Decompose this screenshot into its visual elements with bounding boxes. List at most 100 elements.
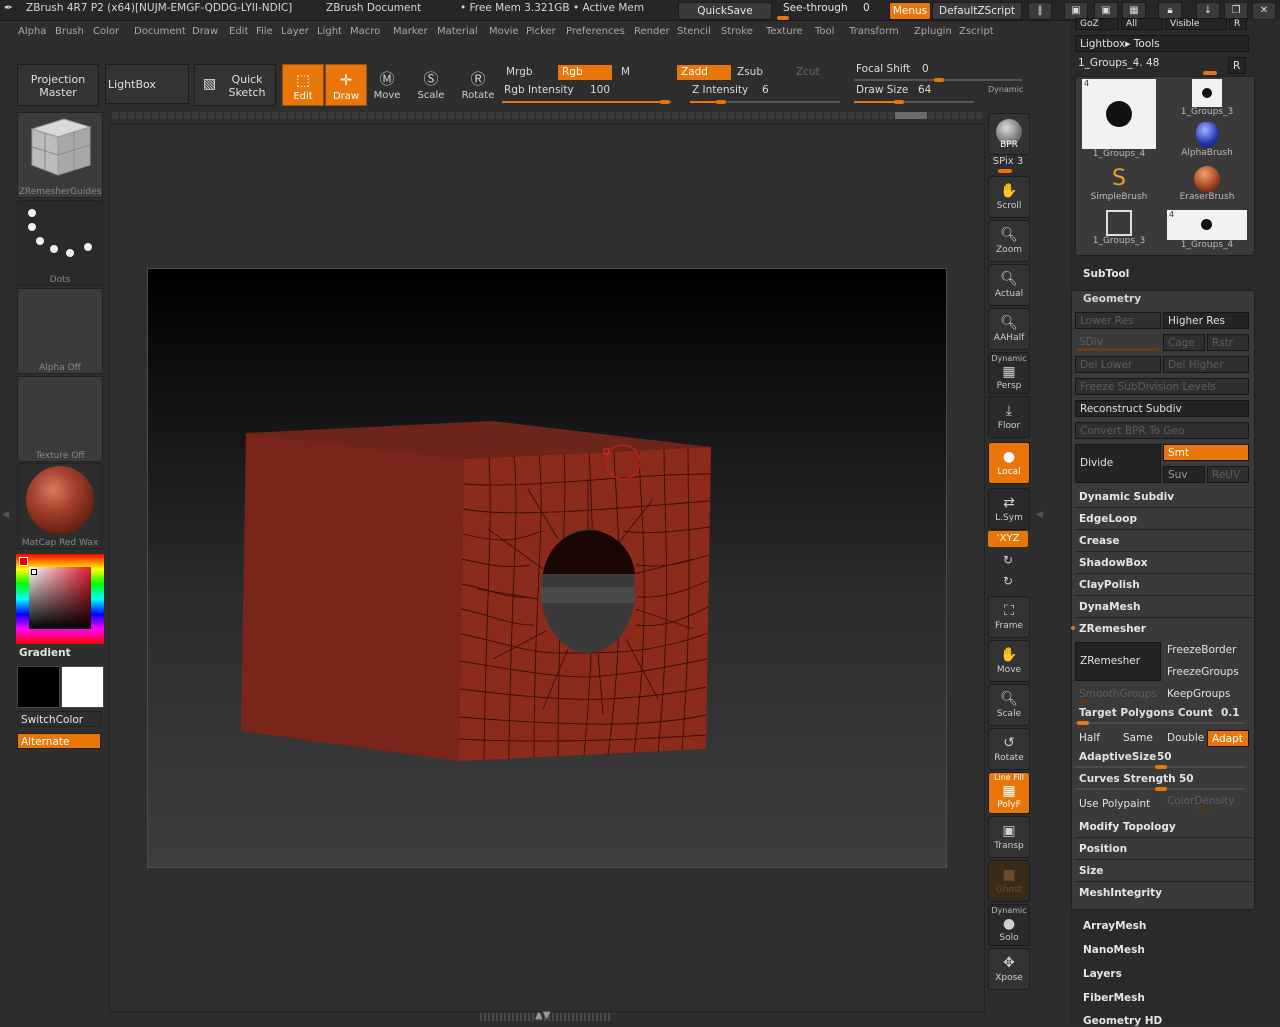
menu-edit[interactable]: Edit	[229, 26, 248, 37]
del-lower-button[interactable]: Del Lower	[1075, 356, 1161, 373]
tray-toggle-icon[interactable]: ‖	[1028, 2, 1052, 20]
spix-knob[interactable]	[998, 169, 1012, 173]
current-tool-slider[interactable]: 1_Groups_4. 48	[1075, 55, 1225, 75]
tool-thumb-alphabrush[interactable]: AlphaBrush	[1166, 122, 1248, 164]
rotate-mode-button[interactable]: Ⓡ Rotate	[458, 64, 498, 104]
position-section[interactable]: Position	[1075, 839, 1253, 860]
lightbox-button[interactable]: LightBox	[105, 64, 189, 104]
menu-preferences[interactable]: Preferences	[566, 26, 625, 37]
zremesher-guides-brush-tile[interactable]: ZRemesherGuides	[17, 112, 103, 198]
menu-marker[interactable]: Marker	[393, 26, 428, 37]
colordensity-slider[interactable]: ColorDensity	[1163, 793, 1249, 810]
zremesher-button[interactable]: ZRemesher	[1075, 642, 1161, 681]
polyf-button[interactable]: Line Fill ▦ PolyF	[988, 772, 1030, 814]
xyz-button[interactable]: ‘XYZ	[988, 531, 1028, 547]
crease-section[interactable]: Crease	[1075, 531, 1253, 552]
goz-button[interactable]: GoZ	[1075, 18, 1119, 30]
dynamesh-section[interactable]: DynaMesh	[1075, 597, 1253, 618]
edgeloop-section[interactable]: EdgeLoop	[1075, 509, 1253, 530]
menu-texture[interactable]: Texture	[766, 26, 803, 37]
primary-color-swatch[interactable]	[17, 666, 60, 708]
menu-picker[interactable]: Picker	[526, 26, 556, 37]
geometry-hd-section[interactable]: Geometry HD	[1083, 1015, 1162, 1027]
claypolish-section[interactable]: ClayPolish	[1075, 575, 1253, 596]
actual-button[interactable]: 🔍︎ Actual	[988, 264, 1030, 306]
top-scroll-thumb[interactable]	[895, 112, 927, 119]
menu-file[interactable]: File	[256, 26, 273, 37]
use-polypaint-toggle[interactable]: Use Polypaint	[1075, 796, 1161, 813]
menu-color[interactable]: Color	[93, 26, 119, 37]
rgb-intensity-slider[interactable]: Rgb Intensity 100	[502, 84, 674, 104]
left-tray-arrow-icon[interactable]: ◀	[2, 510, 9, 530]
color-picker[interactable]	[16, 554, 104, 644]
move-mode-button[interactable]: Ⓜ Move	[367, 64, 407, 104]
quick-sketch-button[interactable]: ▧ Quick Sketch	[194, 64, 276, 106]
draw-size-knob[interactable]	[894, 100, 904, 104]
menu-layer[interactable]: Layer	[281, 26, 309, 37]
convert-bpr-button[interactable]: Convert BPR To Geo	[1075, 422, 1249, 439]
cage-button[interactable]: Cage	[1163, 334, 1205, 351]
z-intensity-slider[interactable]: Z Intensity 6	[690, 84, 845, 104]
scroll-button[interactable]: ✋ Scroll	[988, 176, 1030, 218]
nanomesh-section[interactable]: NanoMesh	[1083, 944, 1145, 956]
scale-mode-button[interactable]: Ⓢ Scale	[411, 64, 451, 104]
reconstruct-subdiv-button[interactable]: Reconstruct Subdiv	[1075, 400, 1249, 417]
freezegroups-toggle[interactable]: FreezeGroups	[1163, 664, 1249, 681]
lightbox-tools-button[interactable]: Lightbox▸ Tools	[1075, 35, 1249, 52]
secondary-color-swatch[interactable]	[61, 666, 104, 708]
alternate-button[interactable]: Alternate	[17, 733, 101, 749]
color-picker-cursor[interactable]	[19, 557, 28, 566]
solo-button[interactable]: Dynamic ● Solo	[988, 904, 1030, 946]
dynamic-toggle[interactable]: Dynamic	[988, 85, 1023, 94]
switchcolor-button[interactable]: SwitchColor	[17, 711, 101, 727]
z-intensity-knob[interactable]	[716, 100, 726, 104]
material-tile[interactable]: MatCap Red Wax	[17, 463, 103, 549]
curves-strength-knob[interactable]	[1155, 787, 1167, 791]
curves-strength-slider[interactable]: Curves Strength 50	[1075, 771, 1249, 793]
menu-zscript[interactable]: Zscript	[959, 26, 994, 37]
persp-button[interactable]: Dynamic ▦ Persp	[988, 352, 1030, 394]
divide-button[interactable]: Divide	[1075, 444, 1161, 483]
adaptivesize-knob[interactable]	[1155, 765, 1167, 769]
menu-stencil[interactable]: Stencil	[677, 26, 711, 37]
geometry-section-title[interactable]: Geometry	[1083, 293, 1141, 305]
draw-size-slider[interactable]: Draw Size 64 Dynamic	[854, 84, 1026, 104]
menu-tool[interactable]: Tool	[815, 26, 834, 37]
tool-thumb-simplebrush[interactable]: S SimpleBrush	[1078, 166, 1160, 208]
projection-master-button[interactable]: Projection Master	[17, 64, 99, 106]
tool-thumb-eraserbrush[interactable]: EraserBrush	[1166, 166, 1248, 208]
tool-thumb-groups3[interactable]: 1_Groups_3	[1166, 79, 1248, 119]
higher-res-button[interactable]: Higher Res	[1163, 312, 1249, 329]
menu-stroke[interactable]: Stroke	[721, 26, 753, 37]
texture-tile[interactable]: Texture Off	[17, 376, 103, 462]
focal-shift-knob[interactable]	[934, 78, 944, 82]
subtool-section[interactable]: SubTool	[1083, 268, 1129, 280]
zsub-button[interactable]: Zsub	[733, 65, 787, 80]
freezeborder-toggle[interactable]: FreezeBorder	[1163, 642, 1249, 659]
tool-r-button[interactable]: R	[1228, 57, 1246, 74]
focal-shift-slider[interactable]: Focal Shift 0	[854, 63, 1024, 83]
rgb-intensity-knob[interactable]	[660, 100, 670, 104]
arraymesh-section[interactable]: ArrayMesh	[1083, 920, 1146, 932]
shadowbox-section[interactable]: ShadowBox	[1075, 553, 1253, 574]
double-button[interactable]: Double	[1163, 730, 1205, 747]
rotate-z-icon[interactable]: ↻	[988, 574, 1028, 588]
menu-light[interactable]: Light	[317, 26, 342, 37]
floor-button[interactable]: ⤓ Floor	[988, 396, 1030, 438]
lower-res-button[interactable]: Lower Res	[1075, 312, 1161, 329]
rotate-y-icon[interactable]: ↻	[988, 553, 1028, 567]
modify-topology-section[interactable]: Modify Topology	[1075, 817, 1253, 838]
target-polygons-knob[interactable]	[1077, 721, 1089, 725]
tool-thumb-groups4-main[interactable]: 4 1_Groups_4	[1078, 79, 1160, 163]
aahalf-button[interactable]: 🔍︎ AAHalf	[988, 308, 1030, 350]
all-button[interactable]: All	[1121, 18, 1163, 30]
shelf-rotate-button[interactable]: ↺ Rotate	[988, 728, 1030, 770]
colordensity-knob[interactable]	[1197, 809, 1209, 812]
menu-brush[interactable]: Brush	[55, 26, 84, 37]
freeze-subdivision-button[interactable]: Freeze SubDivision Levels	[1075, 378, 1249, 395]
tool-thumb-groups3-b[interactable]: 1_Groups_3	[1078, 210, 1160, 252]
size-section[interactable]: Size	[1075, 861, 1253, 882]
zadd-button[interactable]: Zadd	[677, 65, 731, 80]
zremesher-section[interactable]: ZRemesher	[1075, 619, 1253, 640]
xpose-button[interactable]: ✥ Xpose	[988, 948, 1030, 990]
